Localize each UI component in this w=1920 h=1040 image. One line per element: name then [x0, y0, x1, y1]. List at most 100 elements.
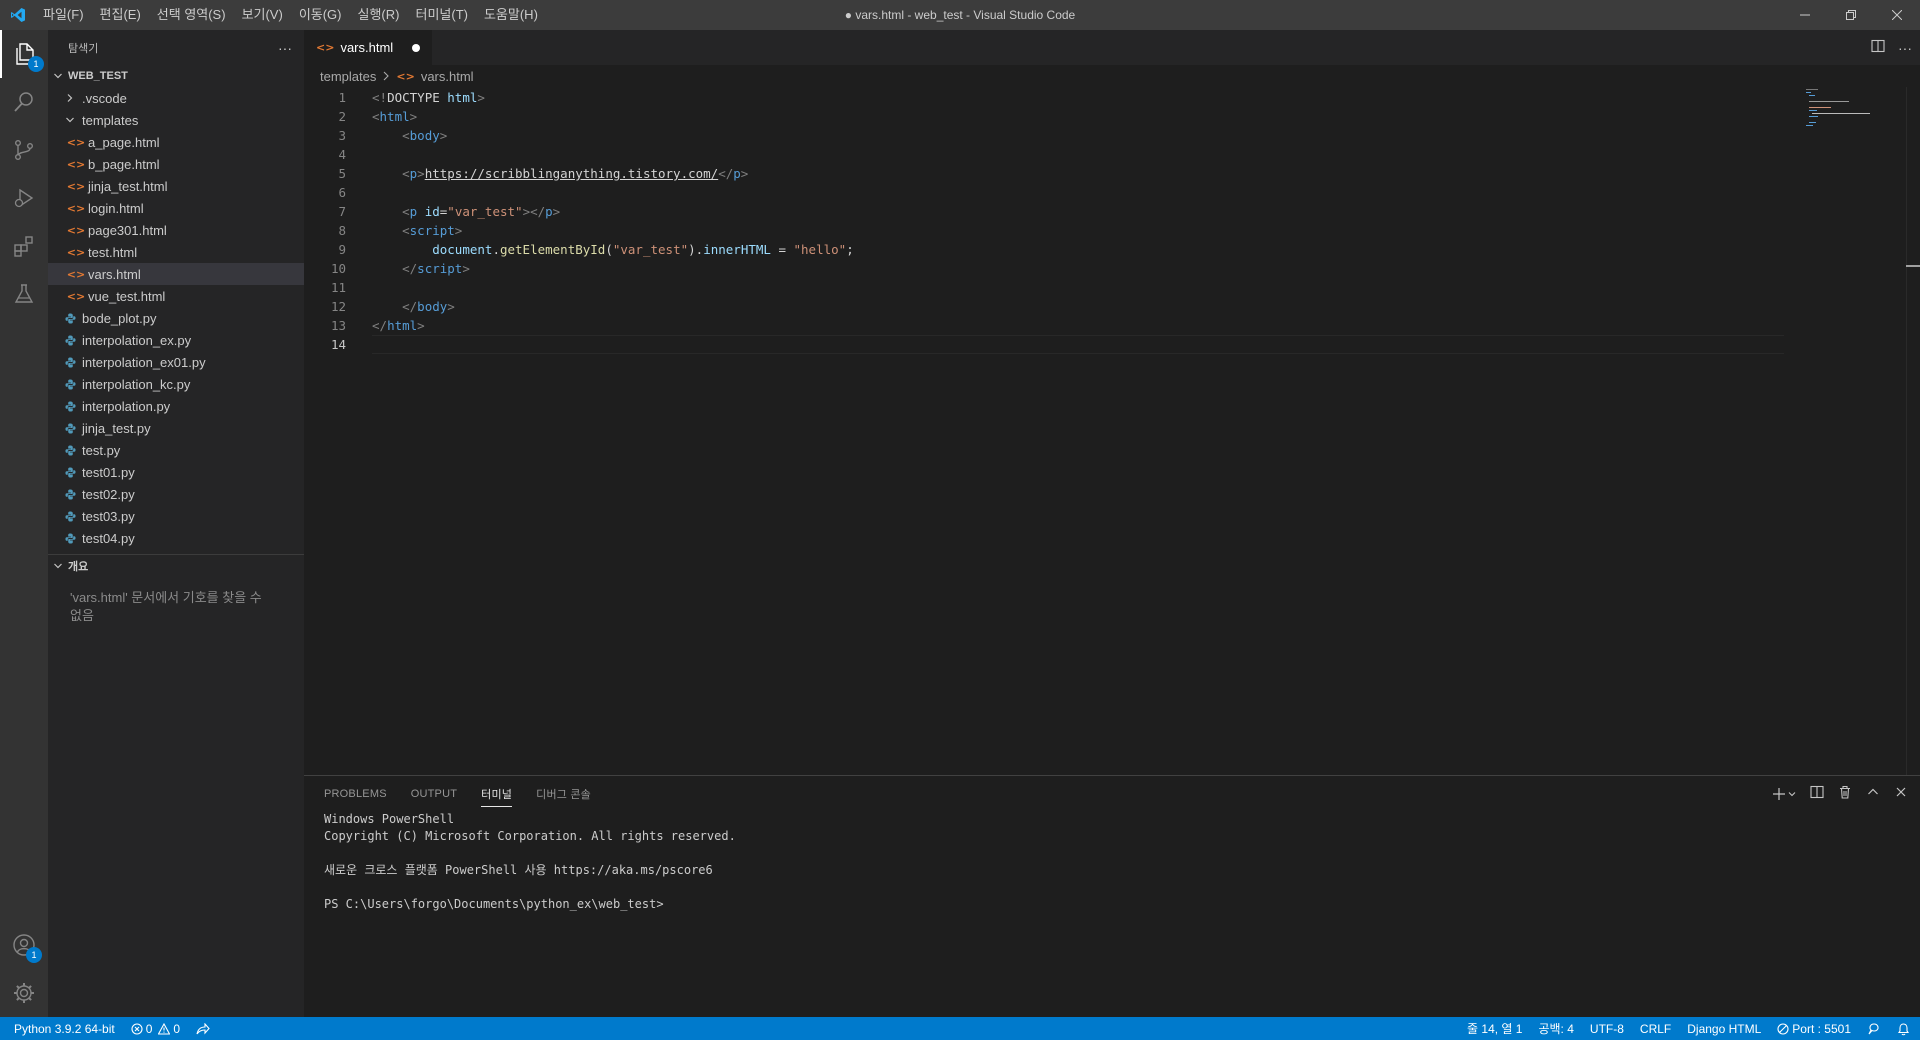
- maximize-panel-button[interactable]: [1866, 785, 1880, 802]
- explorer-header: 탐색기 ···: [48, 30, 304, 65]
- search-activity-button[interactable]: [0, 78, 48, 126]
- code-token: ></: [522, 204, 546, 219]
- tree-item[interactable]: test.py: [48, 439, 304, 461]
- manage-activity-button[interactable]: [0, 969, 48, 1017]
- language-mode-status[interactable]: Django HTML: [1687, 1022, 1761, 1036]
- tree-item-label: .vscode: [82, 90, 127, 106]
- chevron-down-icon: [1788, 791, 1796, 796]
- split-terminal-icon: [1810, 785, 1824, 799]
- tree-item[interactable]: bode_plot.py: [48, 307, 304, 329]
- python-file-icon: [62, 488, 78, 500]
- menu-selection[interactable]: 선택 영역(S): [149, 0, 234, 30]
- problems-status[interactable]: 0 0: [131, 1022, 180, 1036]
- minimize-button[interactable]: [1782, 0, 1828, 30]
- menu-terminal[interactable]: 터미널(T): [407, 0, 475, 30]
- tree-item[interactable]: <> jinja_test.html: [48, 175, 304, 197]
- tree-item[interactable]: <> vue_test.html: [48, 285, 304, 307]
- menu-view[interactable]: 보기(V): [234, 0, 291, 30]
- breadcrumb: templates <> vars.html: [304, 65, 1920, 87]
- code-token: html: [447, 90, 478, 105]
- tree-item[interactable]: <> b_page.html: [48, 153, 304, 175]
- terminal-output[interactable]: Windows PowerShell Copyright (C) Microso…: [304, 811, 1920, 913]
- html-file-icon: <>: [66, 135, 86, 149]
- tree-item[interactable]: <> a_page.html: [48, 131, 304, 153]
- tree-item[interactable]: test01.py: [48, 461, 304, 483]
- editor-more-actions-button[interactable]: ···: [1898, 40, 1912, 56]
- menu-run[interactable]: 실행(R): [350, 0, 408, 30]
- code-token: <: [402, 166, 410, 181]
- eol-status[interactable]: CRLF: [1640, 1022, 1671, 1036]
- tree-item[interactable]: .vscode: [48, 87, 304, 109]
- tree-item[interactable]: <> login.html: [48, 197, 304, 219]
- indentation-status[interactable]: 공백: 4: [1538, 1020, 1573, 1037]
- source-control-icon: [15, 140, 33, 161]
- menu-help[interactable]: 도움말(H): [476, 0, 546, 30]
- outline-header[interactable]: 개요: [48, 555, 304, 577]
- tree-item-label: b_page.html: [88, 156, 160, 172]
- code-token: DOCTYPE: [387, 90, 440, 105]
- tab-output[interactable]: OUTPUT: [411, 776, 457, 811]
- live-share-button[interactable]: [196, 1022, 210, 1035]
- explorer-sidebar: 탐색기 ··· WEB_TEST .vscode templates <> a_pag…: [48, 30, 304, 1017]
- code-text: document.getElementById("var_test").inne…: [372, 240, 854, 259]
- tree-item-label: templates: [82, 112, 139, 128]
- python-file-icon: [62, 334, 78, 346]
- live-server-status[interactable]: Port : 5501: [1777, 1022, 1851, 1036]
- breadcrumb-file[interactable]: vars.html: [421, 69, 474, 84]
- menu-file[interactable]: 파일(F): [35, 0, 92, 30]
- tab-vars-html[interactable]: <> vars.html: [304, 30, 432, 65]
- explorer-more-actions-button[interactable]: ···: [278, 40, 292, 56]
- code-editor[interactable]: 1 <!DOCTYPE html> 2 <html> 3 <body> 4 5 <p>htt…: [304, 87, 1920, 775]
- menu-edit[interactable]: 편집(E): [92, 0, 149, 30]
- restore-button[interactable]: [1828, 0, 1874, 30]
- breadcrumb-folder[interactable]: templates: [320, 69, 376, 84]
- notifications-button[interactable]: [1897, 1022, 1910, 1036]
- tab-terminal[interactable]: 터미널: [481, 776, 513, 811]
- trash-icon: [1840, 785, 1850, 799]
- workspace-folder-header[interactable]: WEB_TEST: [48, 65, 304, 87]
- close-panel-button[interactable]: [1894, 785, 1908, 802]
- unsaved-dot-icon[interactable]: [412, 44, 420, 52]
- code-token: "var_test": [447, 204, 523, 219]
- kill-terminal-button[interactable]: [1838, 785, 1852, 802]
- source-control-activity-button[interactable]: [0, 126, 48, 174]
- tree-item[interactable]: <> test.html: [48, 241, 304, 263]
- close-window-button[interactable]: [1874, 0, 1920, 30]
- tab-debug-console[interactable]: 디버그 콘솔: [536, 776, 591, 811]
- tree-item[interactable]: test03.py: [48, 505, 304, 527]
- tree-item[interactable]: jinja_test.py: [48, 417, 304, 439]
- tree-item[interactable]: templates: [48, 109, 304, 131]
- code-token: </: [402, 261, 418, 276]
- new-terminal-button[interactable]: [1772, 787, 1796, 801]
- tree-item[interactable]: test02.py: [48, 483, 304, 505]
- cursor-position-status[interactable]: 줄 14, 열 1: [1467, 1020, 1522, 1037]
- code-token: >: [447, 299, 455, 314]
- tree-item[interactable]: interpolation_ex01.py: [48, 351, 304, 373]
- explorer-badge: 1: [28, 56, 44, 72]
- tree-item[interactable]: test04.py: [48, 527, 304, 549]
- encoding-status[interactable]: UTF-8: [1590, 1022, 1624, 1036]
- feedback-button[interactable]: [1867, 1022, 1881, 1036]
- tab-problems[interactable]: PROBLEMS: [324, 776, 387, 811]
- tree-item[interactable]: <> page301.html: [48, 219, 304, 241]
- split-editor-button[interactable]: [1870, 38, 1886, 57]
- testing-activity-button[interactable]: [0, 270, 48, 318]
- split-terminal-button[interactable]: [1810, 785, 1824, 802]
- code-token: >: [417, 318, 425, 333]
- extensions-activity-button[interactable]: [0, 222, 48, 270]
- tree-item-label: jinja_test.py: [82, 420, 151, 436]
- menu-go[interactable]: 이동(G): [291, 0, 350, 30]
- port-icon: [1777, 1022, 1789, 1035]
- code-token: >: [740, 166, 749, 181]
- python-interpreter-status[interactable]: Python 3.9.2 64-bit: [14, 1022, 115, 1036]
- editor-scrollbar[interactable]: [1906, 87, 1920, 775]
- minimap[interactable]: [1806, 87, 1906, 127]
- explorer-activity-button[interactable]: 1: [0, 30, 48, 78]
- tree-item[interactable]: interpolation_ex.py: [48, 329, 304, 351]
- accounts-activity-button[interactable]: 1: [0, 921, 48, 969]
- chevron-up-icon: [1868, 788, 1878, 795]
- tree-item[interactable]: <> vars.html: [48, 263, 304, 285]
- tree-item[interactable]: interpolation_kc.py: [48, 373, 304, 395]
- tree-item[interactable]: interpolation.py: [48, 395, 304, 417]
- run-debug-activity-button[interactable]: [0, 174, 48, 222]
